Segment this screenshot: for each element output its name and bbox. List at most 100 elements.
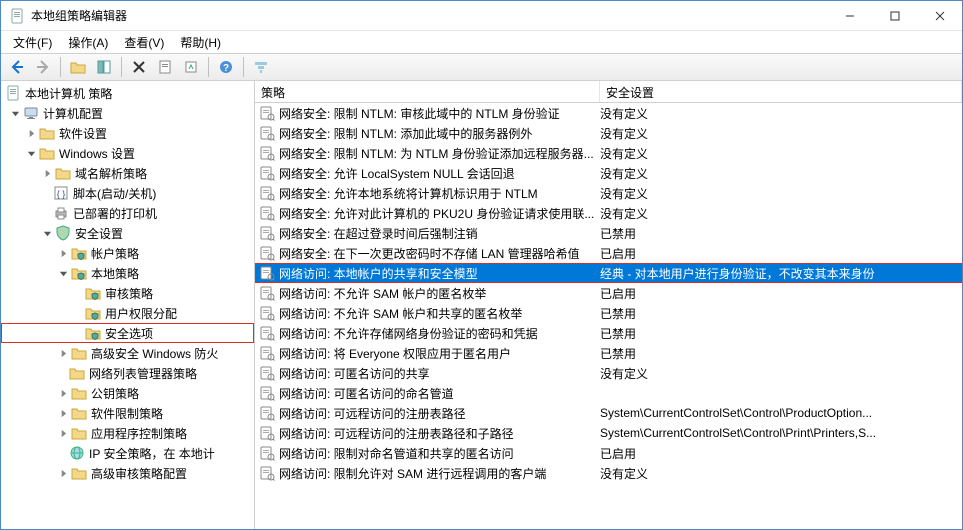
tree-software-restriction[interactable]: 软件限制策略 (1, 403, 254, 423)
tree-audit-policy[interactable]: 审核策略 (1, 283, 254, 303)
tree-pane[interactable]: 本地计算机 策略 计算机配置 软件设置 (1, 81, 255, 529)
tree-appctrl[interactable]: 应用程序控制策略 (1, 423, 254, 443)
folder-icon (71, 425, 87, 441)
list-row[interactable]: 网络访问: 可匿名访问的共享没有定义 (255, 363, 962, 383)
tree-label: 域名解析策略 (75, 165, 147, 182)
policy-setting: 已禁用 (600, 345, 962, 362)
filter-button[interactable] (249, 55, 273, 79)
tree-label: IP 安全策略，在 本地计 (89, 445, 215, 462)
tree-security-options[interactable]: 安全选项 (1, 323, 254, 343)
maximize-button[interactable] (872, 1, 917, 30)
list-body[interactable]: 网络安全: 限制 NTLM: 审核此域中的 NTLM 身份验证没有定义网络安全:… (255, 103, 962, 529)
list-row[interactable]: 网络安全: 限制 NTLM: 添加此域中的服务器例外没有定义 (255, 123, 962, 143)
twisty-icon[interactable] (41, 227, 53, 239)
tree-account-policies[interactable]: 帐户策略 (1, 243, 254, 263)
policy-name: 网络访问: 可远程访问的注册表路径和子路径 (279, 425, 514, 442)
list-row[interactable]: 网络安全: 允许 LocalSystem NULL 会话回退没有定义 (255, 163, 962, 183)
twisty-icon[interactable] (57, 267, 69, 279)
minimize-button[interactable] (827, 1, 872, 30)
list-row[interactable]: 网络访问: 本地帐户的共享和安全模型经典 - 对本地用户进行身份验证，不改变其本… (255, 263, 962, 283)
list-row[interactable]: 网络访问: 将 Everyone 权限应用于匿名用户已禁用 (255, 343, 962, 363)
twisty-icon[interactable] (57, 467, 69, 479)
list-row[interactable]: 网络访问: 不允许存储网络身份验证的密码和凭据已禁用 (255, 323, 962, 343)
list-row[interactable]: 网络安全: 允许对此计算机的 PKU2U 身份验证请求使用联...没有定义 (255, 203, 962, 223)
tree-root[interactable]: 本地计算机 策略 (1, 83, 254, 103)
tree-public-key[interactable]: 公钥策略 (1, 383, 254, 403)
tree-label: 安全选项 (105, 325, 153, 342)
menu-help[interactable]: 帮助(H) (174, 32, 227, 53)
up-button[interactable] (66, 55, 90, 79)
tree-winfw[interactable]: 高级安全 Windows 防火 (1, 343, 254, 363)
twisty-icon[interactable] (9, 107, 21, 119)
policy-item-icon (259, 205, 275, 221)
list-row[interactable]: 网络访问: 限制对命名管道和共享的匿名访问已启用 (255, 443, 962, 463)
twisty-icon[interactable] (57, 347, 69, 359)
twisty-icon[interactable] (25, 147, 37, 159)
col-policy[interactable]: 策略 (255, 81, 600, 102)
tree-security-settings[interactable]: 安全设置 (1, 223, 254, 243)
policy-name: 网络访问: 不允许 SAM 帐户的匿名枚举 (279, 285, 486, 302)
tree-ipsec[interactable]: IP 安全策略，在 本地计 (1, 443, 254, 463)
policy-name: 网络安全: 在超过登录时间后强制注销 (279, 225, 478, 242)
twisty-icon[interactable] (57, 407, 69, 419)
menu-file[interactable]: 文件(F) (7, 32, 58, 53)
tree-adv-audit[interactable]: 高级审核策略配置 (1, 463, 254, 483)
list-row[interactable]: 网络安全: 在超过登录时间后强制注销已禁用 (255, 223, 962, 243)
col-setting[interactable]: 安全设置 (600, 81, 962, 102)
list-row[interactable]: 网络访问: 可远程访问的注册表路径和子路径System\CurrentContr… (255, 423, 962, 443)
policy-name: 网络访问: 可匿名访问的命名管道 (279, 385, 454, 402)
tree-printers[interactable]: 已部署的打印机 (1, 203, 254, 223)
folder-shield-icon (71, 245, 87, 261)
policy-name: 网络安全: 限制 NTLM: 审核此域中的 NTLM 身份验证 (279, 105, 560, 122)
twisty-icon[interactable] (57, 387, 69, 399)
tree-label: 软件设置 (59, 125, 107, 142)
help-button[interactable] (214, 55, 238, 79)
twisty-icon[interactable] (57, 427, 69, 439)
policy-name: 网络访问: 本地帐户的共享和安全模型 (279, 265, 478, 282)
properties-button[interactable] (153, 55, 177, 79)
forward-button[interactable] (31, 55, 55, 79)
export-button[interactable] (179, 55, 203, 79)
policy-item-icon (259, 445, 275, 461)
tree-scripts[interactable]: 脚本(启动/关机) (1, 183, 254, 203)
tree-netlist[interactable]: 网络列表管理器策略 (1, 363, 254, 383)
folder-shield-icon (85, 305, 101, 321)
twisty-icon[interactable] (41, 167, 53, 179)
list-row[interactable]: 网络访问: 不允许 SAM 帐户和共享的匿名枚举已禁用 (255, 303, 962, 323)
tree-local-policies[interactable]: 本地策略 (1, 263, 254, 283)
window-title: 本地组策略编辑器 (31, 7, 827, 24)
list-row[interactable]: 网络访问: 限制允许对 SAM 进行远程调用的客户端没有定义 (255, 463, 962, 483)
twisty-icon[interactable] (25, 127, 37, 139)
list-row[interactable]: 网络安全: 限制 NTLM: 为 NTLM 身份验证添加远程服务器...没有定义 (255, 143, 962, 163)
menu-view[interactable]: 查看(V) (118, 32, 170, 53)
policy-setting: 没有定义 (600, 125, 962, 142)
list-row[interactable]: 网络访问: 可远程访问的注册表路径System\CurrentControlSe… (255, 403, 962, 423)
close-button[interactable] (917, 1, 962, 30)
policy-item-icon (259, 305, 275, 321)
list-row[interactable]: 网络安全: 限制 NTLM: 审核此域中的 NTLM 身份验证没有定义 (255, 103, 962, 123)
folder-icon (71, 385, 87, 401)
list-row[interactable]: 网络访问: 不允许 SAM 帐户的匿名枚举已启用 (255, 283, 962, 303)
back-button[interactable] (5, 55, 29, 79)
twisty-icon[interactable] (57, 247, 69, 259)
menu-action[interactable]: 操作(A) (62, 32, 114, 53)
delete-button[interactable] (127, 55, 151, 79)
show-hide-tree-button[interactable] (92, 55, 116, 79)
list-row[interactable]: 网络访问: 可匿名访问的命名管道 (255, 383, 962, 403)
folder-icon (39, 145, 55, 161)
policy-name: 网络安全: 在下一次更改密码时不存储 LAN 管理器哈希值 (279, 245, 580, 262)
tree-user-rights[interactable]: 用户权限分配 (1, 303, 254, 323)
list-row[interactable]: 网络安全: 允许本地系统将计算机标识用于 NTLM没有定义 (255, 183, 962, 203)
titlebar: 本地组策略编辑器 (1, 1, 962, 31)
policy-item-icon (259, 425, 275, 441)
folder-icon (39, 125, 55, 141)
tree-name-resolution[interactable]: 域名解析策略 (1, 163, 254, 183)
policy-item-icon (259, 285, 275, 301)
tree-computer-config[interactable]: 计算机配置 (1, 103, 254, 123)
tree-windows-settings[interactable]: Windows 设置 (1, 143, 254, 163)
tree-software-settings[interactable]: 软件设置 (1, 123, 254, 143)
list-row[interactable]: 网络安全: 在下一次更改密码时不存储 LAN 管理器哈希值已启用 (255, 243, 962, 263)
folder-icon (71, 405, 87, 421)
policy-name: 网络访问: 限制对命名管道和共享的匿名访问 (279, 445, 514, 462)
list-pane: 策略 安全设置 网络安全: 限制 NTLM: 审核此域中的 NTLM 身份验证没… (255, 81, 962, 529)
